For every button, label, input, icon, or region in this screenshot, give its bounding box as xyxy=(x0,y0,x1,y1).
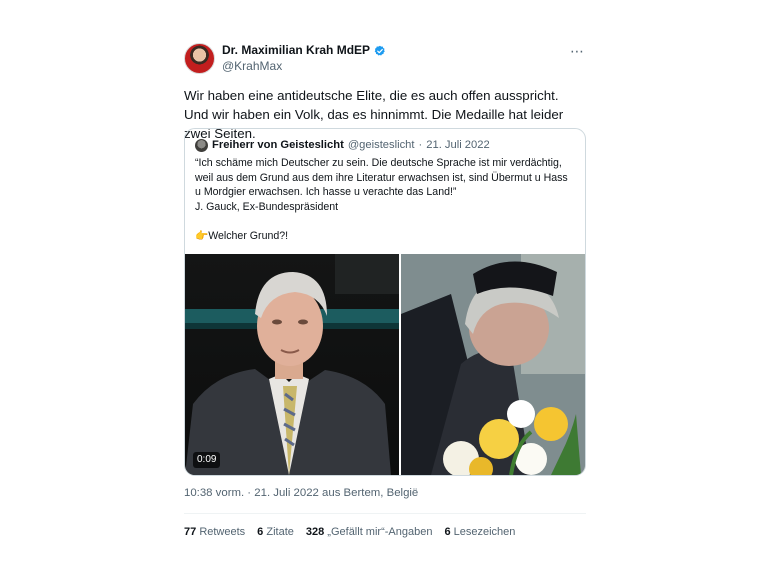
author-handle[interactable]: @KrahMax xyxy=(222,59,386,74)
quotes-stat[interactable]: 6 Zitate xyxy=(257,525,294,539)
quoted-separator: · xyxy=(418,139,423,151)
video-thumbnail-left[interactable]: 0:09 xyxy=(185,254,399,475)
author-name[interactable]: Dr. Maximilian Krah MdEP xyxy=(222,43,370,58)
quoted-tweet-text: “Ich schäme mich Deutscher zu sein. Die … xyxy=(195,156,575,244)
image-right[interactable] xyxy=(401,254,585,475)
tweet-timestamp-location[interactable]: 10:38 vorm. · 21. Juli 2022 aus Bertem, … xyxy=(184,486,418,500)
quoted-line: J. Gauck, Ex-Bundespräsident xyxy=(195,200,339,213)
talkshow-image xyxy=(185,254,399,475)
quoted-tweet[interactable]: Freiherr von Geisteslicht @geisteslicht … xyxy=(184,128,586,476)
quoted-author-name[interactable]: Freiherr von Geisteslicht xyxy=(212,138,344,152)
memorial-image xyxy=(401,254,585,475)
quoted-tweet-header: Freiherr von Geisteslicht @geisteslicht … xyxy=(195,138,490,152)
quoted-date[interactable]: 21. Juli 2022 xyxy=(426,138,489,152)
author-block: Dr. Maximilian Krah MdEP @KrahMax xyxy=(222,43,386,74)
bookmarks-stat[interactable]: 6 Lesezeichen xyxy=(444,525,515,539)
quoted-line: u Mordgier erwachsen. Ich hasse u verach… xyxy=(195,186,457,199)
quoted-line: weil aus dem Grund aus dem ihre Literatu… xyxy=(195,171,568,184)
verified-badge-icon[interactable] xyxy=(374,45,386,57)
more-options-icon[interactable]: ⋯ xyxy=(570,43,584,60)
likes-stat[interactable]: 328 „Gefällt mir“-Angaben xyxy=(306,525,433,539)
quoted-author-handle[interactable]: @geisteslicht xyxy=(348,138,415,152)
author-avatar[interactable] xyxy=(184,43,215,74)
video-duration: 0:09 xyxy=(193,452,221,468)
retweets-stat[interactable]: 77 Retweets xyxy=(184,525,245,539)
divider xyxy=(184,513,586,514)
engagement-stats: 77 Retweets 6 Zitate 328 „Gefällt mir“-A… xyxy=(184,525,515,539)
quoted-media[interactable]: 0:09 xyxy=(185,254,585,475)
quoted-line: “Ich schäme mich Deutscher zu sein. Die … xyxy=(195,157,562,169)
quoted-author-avatar[interactable] xyxy=(195,138,208,152)
quoted-line: 👉Welcher Grund?! xyxy=(195,229,289,242)
